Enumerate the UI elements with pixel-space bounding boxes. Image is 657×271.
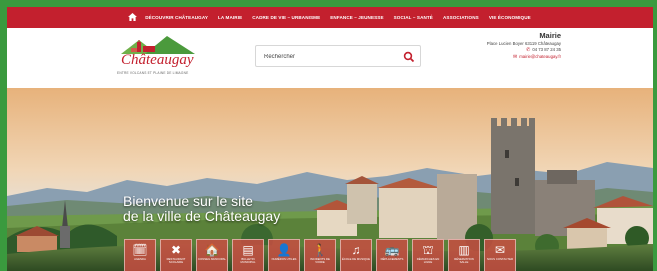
nav-item-decouvrir[interactable]: DÉCOUVRIR CHÂTEAUGAY (140, 15, 213, 20)
person-icon: 👤 (276, 243, 292, 257)
quick-links-bar: 🗓 AGENDA ✖ RESTAURANT SCOLAIRE 🏠 CONSEIL MU… (124, 239, 516, 271)
search-input[interactable] (262, 51, 396, 63)
nav-item-vie-economique[interactable]: VIE ÉCONOMIQUE (484, 15, 536, 20)
site-header: Châteaugay ENTRE VOLCANS ET PLAINE DE LI… (7, 28, 653, 88)
logo-tagline: ENTRE VOLCANS ET PLAINE DE LIMAGNE (117, 71, 189, 75)
contact-phone-row[interactable]: ✆ 04 73 87 24 35 (487, 47, 561, 53)
quick-link-incidents[interactable]: 🚶 INCIDENTS DE VOIRIE (304, 239, 336, 271)
contact-title: Mairie (539, 31, 561, 40)
nav-item-social[interactable]: SOCIAL – SANTÉ (389, 15, 438, 20)
quick-link-contact[interactable]: ✉ NOUS CONTACTER (484, 239, 516, 271)
contact-email-row[interactable]: ✉ mairie@chateaugay.fr (487, 54, 561, 60)
building-icon: ⛫ (422, 243, 434, 257)
quick-link-demarches[interactable]: ⛫ DÉMARCHES EN LIGNE (412, 239, 444, 271)
contact-address: Place Lucien Boyer 63119 Châteaugay (486, 41, 561, 46)
nav-item-mairie[interactable]: LA MAIRIE (213, 15, 247, 20)
mail-icon: ✉ (513, 54, 518, 60)
bus-icon: 🚌 (384, 243, 400, 257)
main-navigation: DÉCOUVRIR CHÂTEAUGAY LA MAIRIE CADRE DE … (7, 7, 653, 28)
cutlery-icon: ✖ (170, 243, 182, 257)
search-box (255, 45, 421, 67)
page-frame: DÉCOUVRIR CHÂTEAUGAY LA MAIRIE CADRE DE … (0, 0, 657, 271)
phone-icon: ✆ (526, 47, 531, 53)
quick-link-restaurant[interactable]: ✖ RESTAURANT SCOLAIRE (160, 239, 192, 271)
newspaper-icon: ▤ (242, 243, 254, 257)
welcome-line-2: de la ville de Châteaugay (123, 208, 281, 224)
site-container: DÉCOUVRIR CHÂTEAUGAY LA MAIRIE CADRE DE … (7, 7, 653, 271)
quick-link-deplacements[interactable]: 🚌 DÉPLACEMENTS (376, 239, 408, 271)
logo-name: Châteaugay (121, 52, 194, 68)
roadwork-icon: 🚶 (312, 243, 328, 257)
quick-link-musique[interactable]: ♫ ÉCOLE DE MUSIQUE (340, 239, 372, 271)
home-icon[interactable] (124, 12, 140, 23)
quick-link-numeros[interactable]: 👤 NUMÉROS UTILES (268, 239, 300, 271)
quick-link-bulletin[interactable]: ▤ BULLETIN MUNICIPAL (232, 239, 264, 271)
welcome-text: Bienvenue sur le site de la ville de Châ… (123, 194, 280, 224)
envelope-icon: ✉ (494, 243, 506, 257)
contact-email: mairie@chateaugay.fr (519, 54, 561, 59)
music-icon: ♫ (351, 243, 361, 257)
town-hall-icon: 🏠 (204, 243, 220, 257)
quick-link-conseil[interactable]: 🏠 CONSEIL MUNICIPAL (196, 239, 228, 271)
quick-link-reservation[interactable]: ▥ RÉSERVATION SALLE (448, 239, 480, 271)
room-icon: ▥ (458, 243, 470, 257)
nav-item-enfance[interactable]: ENFANCE – JEUNESSE (325, 15, 388, 20)
quick-link-agenda[interactable]: 🗓 AGENDA (124, 239, 156, 271)
nav-item-cadre-de-vie[interactable]: CADRE DE VIE – URBANISME (247, 15, 325, 20)
hero-banner: Bienvenue sur le site de la ville de Châ… (7, 88, 653, 271)
nav-item-associations[interactable]: ASSOCIATIONS (438, 15, 484, 20)
search-icon[interactable] (403, 50, 415, 63)
site-logo[interactable]: Châteaugay ENTRE VOLCANS ET PLAINE DE LI… (117, 34, 207, 82)
contact-block: Mairie Place Lucien Boyer 63119 Châteaug… (487, 31, 561, 60)
contact-phone: 04 73 87 24 35 (532, 47, 561, 52)
welcome-line-1: Bienvenue sur le site (123, 193, 253, 209)
calendar-icon: 🗓 (132, 243, 148, 257)
